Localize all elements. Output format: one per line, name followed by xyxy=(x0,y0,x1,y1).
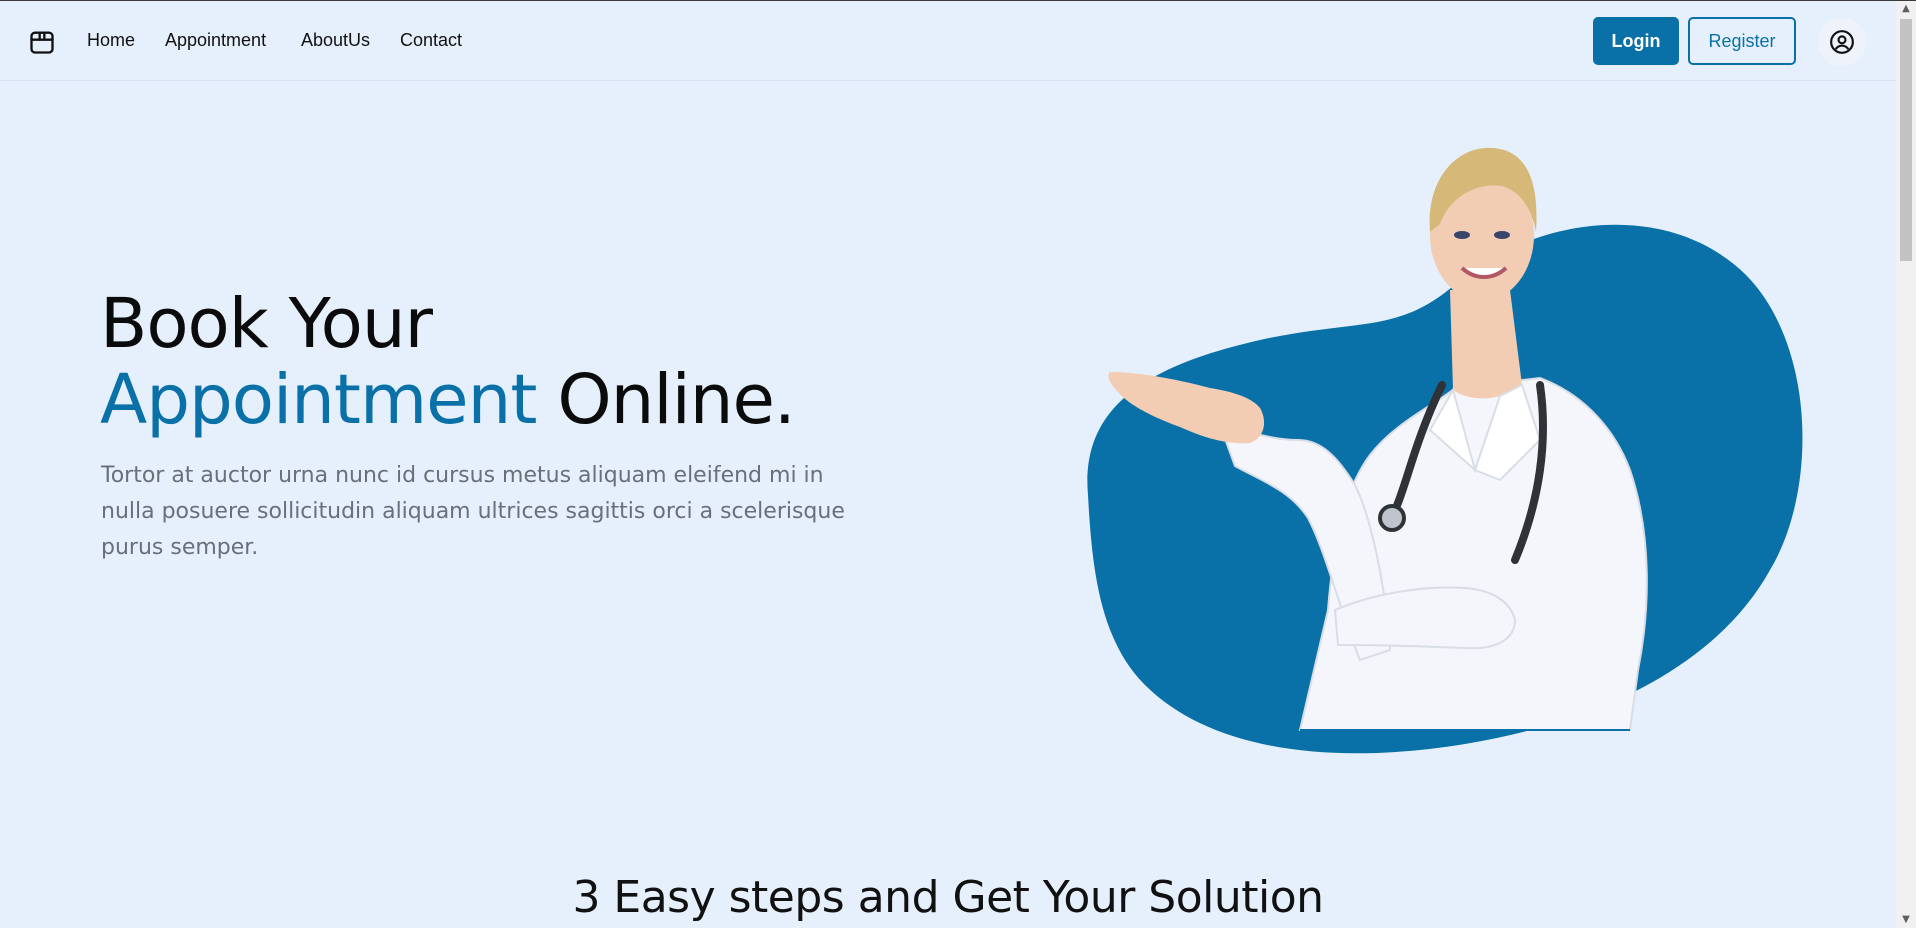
scroll-thumb[interactable] xyxy=(1900,19,1912,261)
register-button[interactable]: Register xyxy=(1688,17,1796,65)
nav-link-appointment[interactable]: Appointment xyxy=(165,30,266,51)
steps-section-title: 3 Easy steps and Get Your Solution xyxy=(572,872,1324,923)
scroll-up-arrow-icon[interactable]: ▲ xyxy=(1896,1,1916,17)
hero-title: Book Your Appointment Online. xyxy=(100,284,796,440)
hero-title-accent: Appointment xyxy=(100,360,537,440)
nav-link-aboutus[interactable]: AboutUs xyxy=(301,30,370,51)
hero-title-line1: Book Your xyxy=(100,284,433,364)
hero-description: Tortor at auctor urna nunc id cursus met… xyxy=(101,463,845,560)
doctor-eye-left xyxy=(1454,231,1470,239)
profile-button[interactable] xyxy=(1818,18,1866,66)
doctor-neck xyxy=(1450,290,1522,399)
navbar: Home Appointment AboutUs Contact Login R… xyxy=(0,1,1896,81)
stethoscope-chestpiece xyxy=(1378,504,1406,532)
scrollbar[interactable]: ▲ ▼ xyxy=(1896,1,1916,928)
scroll-down-arrow-icon[interactable]: ▼ xyxy=(1896,912,1916,928)
box-icon[interactable] xyxy=(28,28,56,56)
user-circle-icon xyxy=(1830,30,1854,54)
nav-link-home[interactable]: Home xyxy=(87,30,135,51)
nav-link-contact[interactable]: Contact xyxy=(400,30,462,51)
doctor-presenting-illustration xyxy=(1087,147,1803,754)
hero-title-rest: Online. xyxy=(536,360,796,440)
doctor-eye-right xyxy=(1494,231,1510,239)
login-button[interactable]: Login xyxy=(1593,17,1679,65)
